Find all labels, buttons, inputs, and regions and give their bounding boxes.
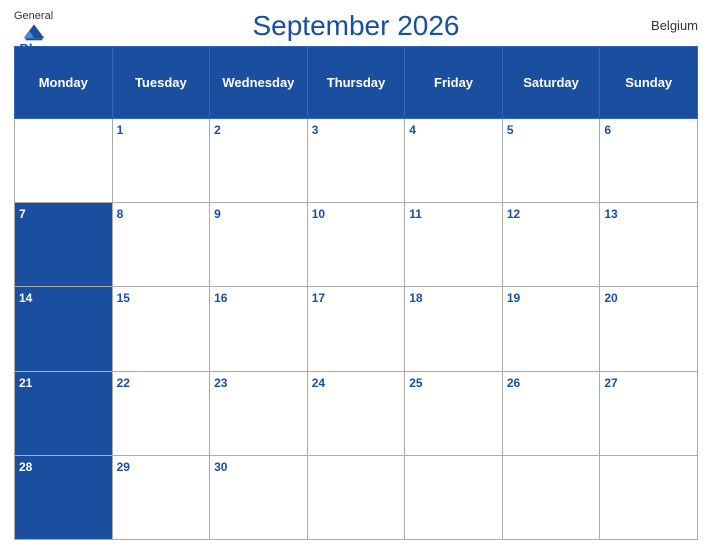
day-cell: 9 xyxy=(210,203,308,287)
day-cell: 19 xyxy=(502,287,600,371)
logo-icon xyxy=(20,23,48,41)
day-cell: 21 xyxy=(15,371,113,455)
header: General Blue September 2026 Belgium xyxy=(14,10,698,42)
day-number: 11 xyxy=(409,207,422,221)
day-cell: 14 xyxy=(15,287,113,371)
header-sunday: Sunday xyxy=(600,47,698,119)
day-number: 6 xyxy=(604,123,611,137)
day-cell: 16 xyxy=(210,287,308,371)
day-number: 29 xyxy=(117,460,130,474)
day-number: 7 xyxy=(19,207,26,221)
day-cell: 4 xyxy=(405,119,503,203)
day-cell: 7 xyxy=(15,203,113,287)
day-cell: 15 xyxy=(112,287,210,371)
header-wednesday: Wednesday xyxy=(210,47,308,119)
day-cell: 28 xyxy=(15,455,113,539)
country-label: Belgium xyxy=(651,18,698,33)
week-row-3: 14 15 16 17 18 19 20 xyxy=(15,287,698,371)
week-row-5: 28 29 30 xyxy=(15,455,698,539)
day-cell xyxy=(502,455,600,539)
week-row-1: 1 2 3 4 5 6 xyxy=(15,119,698,203)
week-row-4: 21 22 23 24 25 26 27 xyxy=(15,371,698,455)
day-cell xyxy=(15,119,113,203)
day-cell: 8 xyxy=(112,203,210,287)
day-number: 25 xyxy=(409,376,422,390)
day-cell: 27 xyxy=(600,371,698,455)
day-number: 23 xyxy=(214,376,227,390)
weekday-header-row: Monday Tuesday Wednesday Thursday Friday… xyxy=(15,47,698,119)
day-number: 4 xyxy=(409,123,416,137)
page-title: September 2026 xyxy=(252,10,459,42)
day-number: 13 xyxy=(604,207,617,221)
header-thursday: Thursday xyxy=(307,47,405,119)
day-number: 5 xyxy=(507,123,514,137)
day-number: 18 xyxy=(409,291,422,305)
calendar-page: General Blue September 2026 Belgium Mond… xyxy=(0,0,712,550)
day-number: 16 xyxy=(214,291,227,305)
day-number: 27 xyxy=(604,376,617,390)
day-number: 3 xyxy=(312,123,319,137)
day-cell: 2 xyxy=(210,119,308,203)
day-number: 15 xyxy=(117,291,130,305)
logo-blue: Blue xyxy=(19,41,47,57)
header-saturday: Saturday xyxy=(502,47,600,119)
day-number: 1 xyxy=(117,123,124,137)
day-cell: 5 xyxy=(502,119,600,203)
day-cell: 6 xyxy=(600,119,698,203)
day-cell: 22 xyxy=(112,371,210,455)
day-number: 22 xyxy=(117,376,130,390)
day-cell: 10 xyxy=(307,203,405,287)
day-number: 24 xyxy=(312,376,325,390)
day-cell xyxy=(307,455,405,539)
header-monday: Monday xyxy=(15,47,113,119)
logo: General Blue xyxy=(14,10,53,57)
day-number: 12 xyxy=(507,207,520,221)
day-number: 26 xyxy=(507,376,520,390)
day-number: 28 xyxy=(19,460,32,474)
day-number: 30 xyxy=(214,460,227,474)
day-cell: 24 xyxy=(307,371,405,455)
day-cell: 1 xyxy=(112,119,210,203)
week-row-2: 7 8 9 10 11 12 13 xyxy=(15,203,698,287)
day-cell: 25 xyxy=(405,371,503,455)
day-number: 14 xyxy=(19,291,32,305)
day-cell: 11 xyxy=(405,203,503,287)
day-number: 9 xyxy=(214,207,221,221)
day-cell: 3 xyxy=(307,119,405,203)
day-cell: 23 xyxy=(210,371,308,455)
day-number: 8 xyxy=(117,207,124,221)
header-tuesday: Tuesday xyxy=(112,47,210,119)
day-number: 17 xyxy=(312,291,325,305)
day-cell: 17 xyxy=(307,287,405,371)
day-cell: 18 xyxy=(405,287,503,371)
day-cell: 29 xyxy=(112,455,210,539)
day-cell xyxy=(600,455,698,539)
calendar-table: Monday Tuesday Wednesday Thursday Friday… xyxy=(14,46,698,540)
day-cell xyxy=(405,455,503,539)
day-cell: 30 xyxy=(210,455,308,539)
day-cell: 20 xyxy=(600,287,698,371)
day-number: 21 xyxy=(19,376,32,390)
day-cell: 26 xyxy=(502,371,600,455)
day-number: 2 xyxy=(214,123,221,137)
day-cell: 12 xyxy=(502,203,600,287)
day-number: 19 xyxy=(507,291,520,305)
logo-general: General xyxy=(14,10,53,23)
header-friday: Friday xyxy=(405,47,503,119)
day-number: 10 xyxy=(312,207,325,221)
day-cell: 13 xyxy=(600,203,698,287)
day-number: 20 xyxy=(604,291,617,305)
